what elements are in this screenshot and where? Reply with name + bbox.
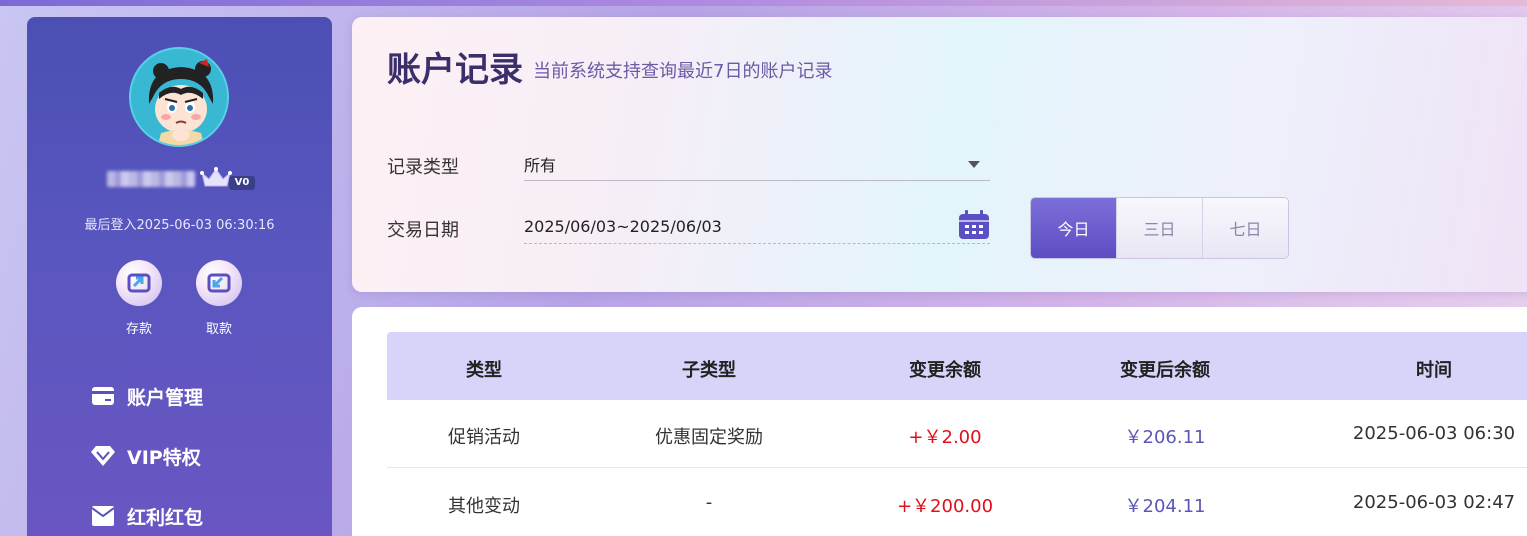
deposit-label: 存款 (125, 322, 152, 337)
crown-icon (200, 167, 232, 187)
column-header-time: 时间 (1416, 360, 1452, 381)
column-header-balance-after: 变更后余额 (1120, 360, 1210, 381)
deposit-button[interactable]: 存款 (109, 260, 169, 337)
cell-balance-after: ￥206.11 (1124, 427, 1206, 448)
record-type-label: 记录类型 (387, 157, 459, 178)
cell-change-amount: +￥200.00 (896, 496, 994, 517)
calendar-icon[interactable] (958, 210, 990, 240)
cell-balance-after: ￥204.11 (1124, 496, 1206, 517)
date-range-toggle: 今日 三日 七日 (1030, 197, 1289, 259)
avatar-illustration (131, 49, 227, 145)
range-3day-button[interactable]: 三日 (1117, 198, 1203, 258)
sidebar-item-label: VIP特权 (127, 446, 201, 469)
last-login-text: 最后登入2025-06-03 06:30:16 (84, 218, 275, 233)
column-header-subtype: 子类型 (682, 360, 736, 381)
cell-subtype: 优惠固定奖励 (655, 427, 763, 448)
page-title: 账户记录 (387, 50, 523, 90)
top-gradient-band (0, 0, 1527, 6)
masked-username (107, 171, 195, 187)
sidebar-item-label: 红利红包 (127, 506, 204, 529)
table-row: 其他变动 - +￥200.00 ￥204.11 2025-06-03 02:47 (387, 469, 1527, 536)
deposit-icon (116, 260, 162, 306)
range-today-button[interactable]: 今日 (1031, 198, 1117, 258)
cell-type: 促销活动 (448, 427, 520, 448)
withdraw-label: 取款 (205, 322, 232, 337)
range-7day-button[interactable]: 七日 (1203, 198, 1288, 258)
trade-date-value: 2025/06/03~2025/06/03 (524, 217, 722, 236)
withdraw-button[interactable]: 取款 (189, 260, 249, 337)
card-icon (91, 384, 115, 408)
envelope-icon (91, 504, 115, 528)
avatar[interactable] (129, 47, 229, 147)
column-header-type: 类型 (466, 360, 502, 381)
trade-date-label: 交易日期 (387, 220, 459, 241)
username-row: V0 (107, 167, 267, 191)
diamond-icon (91, 444, 115, 468)
records-table-card: 类型 子类型 变更余额 变更后余额 时间 促销活动 优惠固定奖励 +￥2.00 … (352, 307, 1527, 536)
cell-change-amount: +￥2.00 (908, 427, 982, 448)
sidebar-item-account[interactable]: 账户管理 (91, 381, 203, 411)
record-type-select[interactable]: 所有 (524, 147, 990, 181)
column-header-change-amount: 变更余额 (909, 360, 981, 381)
cell-time: 2025-06-03 02:47 (1352, 492, 1516, 513)
sidebar-item-label: 账户管理 (127, 386, 204, 409)
page-subtitle: 当前系统支持查询最近7日的账户记录 (533, 61, 833, 82)
record-type-value: 所有 (524, 155, 557, 175)
chevron-down-icon (968, 161, 980, 168)
filter-card: 账户记录 当前系统支持查询最近7日的账户记录 记录类型 所有 交易日期 2025… (352, 17, 1527, 292)
trade-date-field[interactable]: 2025/06/03~2025/06/03 (524, 210, 990, 244)
withdraw-icon (196, 260, 242, 306)
cell-time: 2025-06-03 06:30 (1352, 423, 1516, 444)
sidebar: V0 最后登入2025-06-03 06:30:16 存款 取款 账户管理 VI… (27, 17, 332, 536)
cell-type: 其他变动 (448, 496, 520, 517)
table-header: 类型 子类型 变更余额 变更后余额 时间 (387, 332, 1527, 400)
vip-level-badge: V0 (229, 176, 255, 190)
sidebar-item-bonus[interactable]: 红利红包 (91, 501, 203, 531)
cell-subtype: - (705, 492, 713, 513)
sidebar-item-vip[interactable]: VIP特权 (91, 441, 201, 471)
table-row: 促销活动 优惠固定奖励 +￥2.00 ￥206.11 2025-06-03 06… (387, 400, 1527, 468)
